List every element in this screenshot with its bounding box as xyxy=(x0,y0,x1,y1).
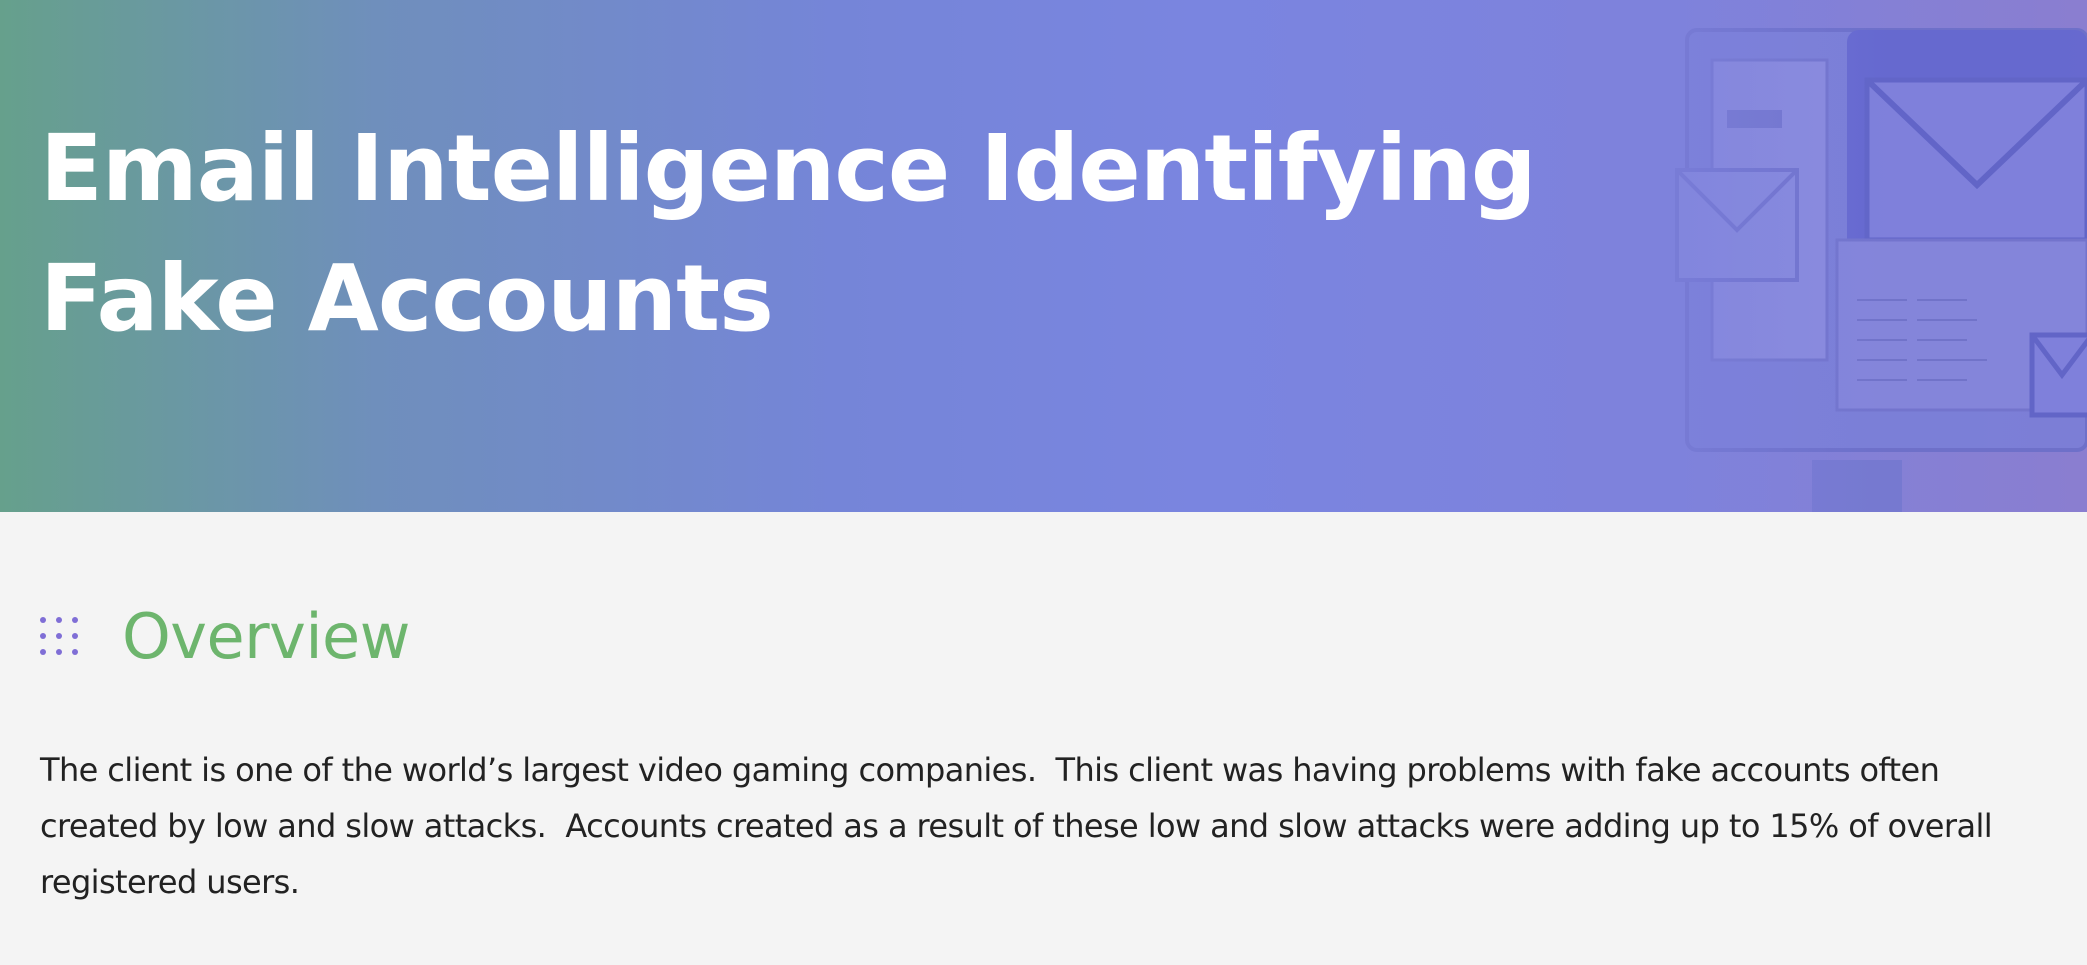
page-title: Email Intelligence Identifying Fake Acco… xyxy=(40,104,1540,364)
hero-banner: Email Intelligence Identifying Fake Acco… xyxy=(0,0,2087,512)
overview-heading: Overview xyxy=(122,599,410,673)
email-envelopes-illustration xyxy=(1675,28,2087,512)
dot-grid-icon xyxy=(40,617,78,655)
overview-header: Overview xyxy=(40,596,410,676)
page-title-line-2: Fake Accounts xyxy=(40,245,774,352)
overview-body: The client is one of the world’s largest… xyxy=(40,751,2002,901)
overview-section: Overview The client is one of the world’… xyxy=(0,512,2087,965)
page-title-line-1: Email Intelligence Identifying xyxy=(40,115,1537,222)
